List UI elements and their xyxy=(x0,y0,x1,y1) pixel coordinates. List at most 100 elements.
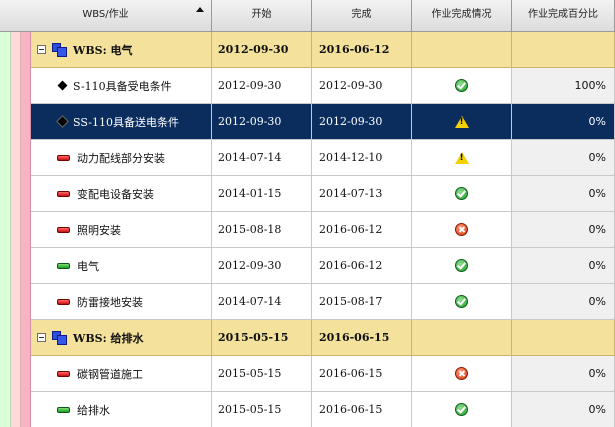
table-row[interactable]: 电气 2012-09-30 2016-06-12 0% xyxy=(31,248,615,284)
table-row[interactable]: 碳钢管道施工 2015-05-15 2016-06-15 0% xyxy=(31,356,615,392)
error-icon xyxy=(455,367,468,380)
name-cell: 照明安装 xyxy=(31,212,212,247)
error-icon xyxy=(455,223,468,236)
percent-cell: 100% xyxy=(512,68,615,103)
col-header-start-label: 开始 xyxy=(251,9,272,20)
percent-cell xyxy=(512,320,615,355)
activity-bar-icon xyxy=(57,262,70,269)
start-cell: 2015-05-15 xyxy=(212,320,312,355)
table-row[interactable]: 变配电设备安装 2014-01-15 2014-07-13 0% xyxy=(31,176,615,212)
check-icon xyxy=(455,259,468,272)
start-cell: 2012-09-30 xyxy=(212,32,312,67)
status-cell xyxy=(412,356,512,391)
end-cell: 2016-06-15 xyxy=(312,392,412,427)
name-cell: SS-110具备送电条件 xyxy=(31,104,212,139)
end-cell: 2014-12-10 xyxy=(312,140,412,175)
table-row[interactable]: S-110具备受电条件 2012-09-30 2012-09-30 100% xyxy=(31,68,615,104)
milestone-icon xyxy=(56,115,69,128)
status-cell xyxy=(412,68,512,103)
start-cell: 2014-07-14 xyxy=(212,140,312,175)
collapse-icon[interactable] xyxy=(37,45,46,54)
col-header-start[interactable]: 开始 xyxy=(212,0,312,31)
table-header: WBS/作业 开始 完成 作业完成情况 作业完成百分比 xyxy=(0,0,615,32)
percent-cell: 0% xyxy=(512,176,615,211)
status-cell xyxy=(412,140,512,175)
activity-bar-icon xyxy=(57,298,70,305)
table-row[interactable]: 动力配线部分安装 2014-07-14 2014-12-10 0% xyxy=(31,140,615,176)
start-cell: 2015-05-15 xyxy=(212,392,312,427)
activity-bar-icon xyxy=(57,370,70,377)
col-header-percent[interactable]: 作业完成百分比 xyxy=(512,0,615,31)
table-row[interactable]: 防雷接地安装 2014-07-14 2015-08-17 0% xyxy=(31,284,615,320)
end-cell: 2014-07-13 xyxy=(312,176,412,211)
start-cell: 2015-08-18 xyxy=(212,212,312,247)
col-header-name-label: WBS/作业 xyxy=(82,9,129,20)
col-header-name[interactable]: WBS/作业 xyxy=(0,0,212,31)
start-cell: 2014-07-14 xyxy=(212,284,312,319)
start-cell: 2012-09-30 xyxy=(212,104,312,139)
percent-cell: 0% xyxy=(512,284,615,319)
activity-name: SS-110具备送电条件 xyxy=(73,115,179,129)
wbs-row-electrical[interactable]: WBS: 电气 2012-09-30 2016-06-12 xyxy=(31,32,615,68)
status-cell xyxy=(412,284,512,319)
wbs-row-plumbing[interactable]: WBS: 给排水 2015-05-15 2016-06-15 xyxy=(31,320,615,356)
check-icon xyxy=(455,403,468,416)
percent-cell: 0% xyxy=(512,356,615,391)
status-cell xyxy=(412,212,512,247)
percent-cell: 0% xyxy=(512,392,615,427)
wbs-icon xyxy=(52,42,67,57)
activity-name: 给排水 xyxy=(77,403,110,417)
end-cell: 2015-08-17 xyxy=(312,284,412,319)
activity-name: 碳钢管道施工 xyxy=(77,367,143,381)
percent-cell: 0% xyxy=(512,248,615,283)
name-cell: WBS: 给排水 xyxy=(31,320,212,355)
end-cell: 2016-06-15 xyxy=(312,320,412,355)
activity-name: 防雷接地安装 xyxy=(77,295,143,309)
end-cell: 2016-06-15 xyxy=(312,356,412,391)
name-cell: 碳钢管道施工 xyxy=(31,356,212,391)
col-header-status[interactable]: 作业完成情况 xyxy=(412,0,512,31)
milestone-icon xyxy=(57,80,68,91)
end-cell: 2012-09-30 xyxy=(312,68,412,103)
status-cell xyxy=(412,176,512,211)
end-cell: 2016-06-12 xyxy=(312,212,412,247)
col-header-end-label: 完成 xyxy=(351,9,372,20)
wbs-name: WBS: 电气 xyxy=(73,43,133,57)
table-row-selected[interactable]: SS-110具备送电条件 2012-09-30 2012-09-30 0% xyxy=(31,104,615,140)
table-row[interactable]: 给排水 2015-05-15 2016-06-15 0% xyxy=(31,392,615,427)
end-cell: 2016-06-12 xyxy=(312,248,412,283)
activity-name: S-110具备受电条件 xyxy=(73,79,172,93)
col-header-percent-label: 作业完成百分比 xyxy=(528,9,598,20)
activity-name: 照明安装 xyxy=(77,223,121,237)
check-icon xyxy=(455,295,468,308)
status-cell xyxy=(412,392,512,427)
name-cell: 电气 xyxy=(31,248,212,283)
name-cell: S-110具备受电条件 xyxy=(31,68,212,103)
start-cell: 2014-01-15 xyxy=(212,176,312,211)
check-icon xyxy=(455,79,468,92)
table-row[interactable]: 照明安装 2015-08-18 2016-06-12 0% xyxy=(31,212,615,248)
name-cell: WBS: 电气 xyxy=(31,32,212,67)
start-cell: 2012-09-30 xyxy=(212,248,312,283)
stripe xyxy=(11,0,21,427)
wbs-icon xyxy=(52,330,67,345)
activity-name: 变配电设备安装 xyxy=(77,187,154,201)
activity-bar-icon xyxy=(57,226,70,233)
stripe xyxy=(0,0,11,427)
status-cell xyxy=(412,248,512,283)
col-header-end[interactable]: 完成 xyxy=(312,0,412,31)
collapse-icon[interactable] xyxy=(37,333,46,342)
status-cell xyxy=(412,104,512,139)
name-cell: 防雷接地安装 xyxy=(31,284,212,319)
end-cell: 2012-09-30 xyxy=(312,104,412,139)
status-cell xyxy=(412,320,512,355)
col-header-status-label: 作业完成情况 xyxy=(431,9,492,20)
status-cell xyxy=(412,32,512,67)
start-cell: 2012-09-30 xyxy=(212,68,312,103)
stripe xyxy=(21,0,31,427)
sort-ascending-icon[interactable] xyxy=(196,7,204,12)
percent-cell: 0% xyxy=(512,104,615,139)
activity-name: 动力配线部分安装 xyxy=(77,151,165,165)
name-cell: 动力配线部分安装 xyxy=(31,140,212,175)
activity-bar-icon xyxy=(57,154,70,161)
